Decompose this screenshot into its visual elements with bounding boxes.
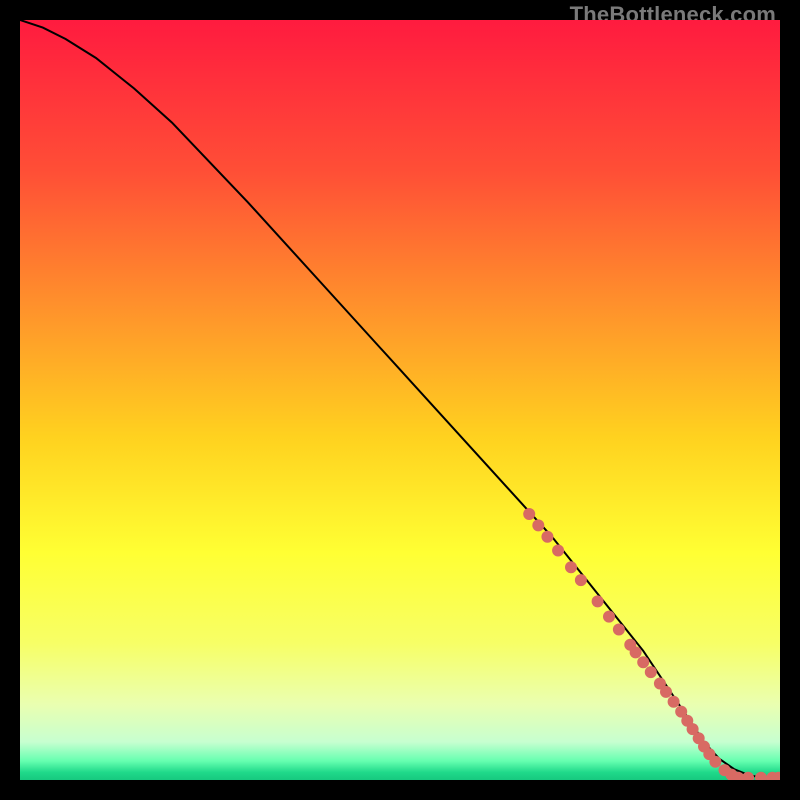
data-point — [668, 696, 680, 708]
data-point — [575, 574, 587, 586]
data-point — [523, 508, 535, 520]
data-point — [660, 686, 672, 698]
data-point — [645, 666, 657, 678]
data-point — [532, 519, 544, 531]
data-point — [637, 656, 649, 668]
chart-svg — [20, 20, 780, 780]
data-point — [552, 544, 564, 556]
chart-background — [20, 20, 780, 780]
data-point — [709, 756, 721, 768]
data-point — [541, 531, 553, 543]
chart-frame — [20, 20, 780, 780]
data-point — [630, 646, 642, 658]
data-point — [613, 624, 625, 636]
data-point — [603, 611, 615, 623]
data-point — [565, 561, 577, 573]
data-point — [592, 595, 604, 607]
